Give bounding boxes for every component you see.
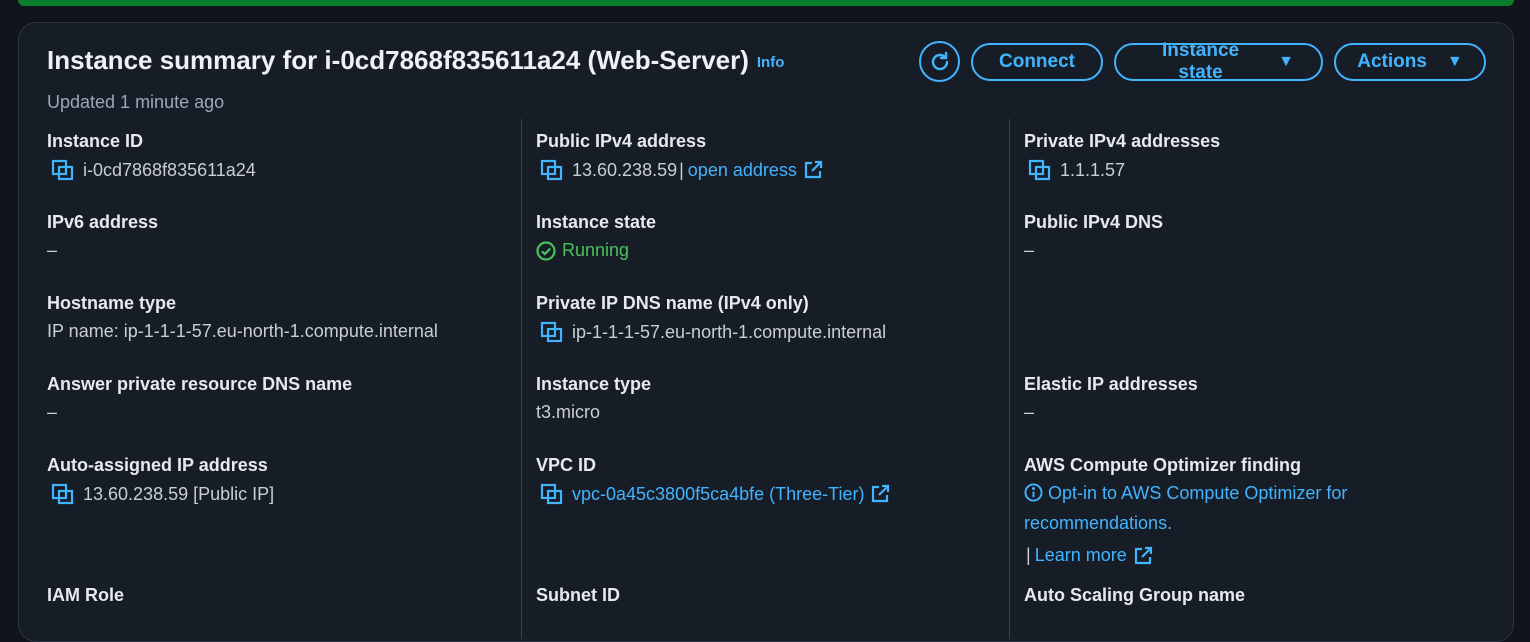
public-dns-field: Public IPv4 DNS –: [1024, 212, 1494, 261]
field-label: Auto-assigned IP address: [47, 455, 268, 475]
success-status-bar: [18, 0, 1514, 6]
instance-state-dropdown[interactable]: Instance state ▼: [1114, 39, 1323, 83]
optimizer-opt-in-link[interactable]: Opt-in to AWS Compute Optimizer for reco…: [1024, 483, 1347, 533]
instance-type-field: Instance type t3.micro: [536, 374, 1006, 423]
field-label: Instance type: [536, 374, 652, 394]
instance-id-value: i-0cd7868f835611a24: [83, 159, 256, 180]
page-title: Instance summary for i-0cd7868f835611a24…: [47, 45, 784, 76]
column-divider: [521, 119, 522, 639]
iam-role-field: IAM Role: [47, 585, 517, 606]
field-value: 1.1.1.57: [1024, 159, 1494, 181]
answer-dns-field: Answer private resource DNS name –: [47, 374, 517, 423]
field-value: i-0cd7868f835611a24: [47, 159, 517, 181]
copy-icon[interactable]: [1028, 159, 1052, 181]
ipv6-field: IPv6 address –: [47, 212, 517, 261]
instance-type-value: t3.micro: [536, 402, 601, 422]
auto-ip-value: 13.60.238.59 [Public IP]: [83, 483, 275, 504]
field-label: Instance ID: [47, 131, 144, 151]
instance-summary-panel: Instance summary for i-0cd7868f835611a24…: [18, 22, 1514, 642]
answer-dns-value: –: [47, 402, 58, 422]
column-divider: [1009, 119, 1010, 639]
field-label: Private IPv4 addresses: [1024, 131, 1221, 151]
connect-button[interactable]: Connect: [971, 42, 1103, 81]
header-actions: Connect Instance state ▼ Actions ▼: [919, 39, 1486, 83]
elastic-ip-value: –: [1024, 402, 1035, 422]
field-label: IPv6 address: [47, 212, 159, 232]
page-title-text: Instance summary for i-0cd7868f835611a24…: [47, 45, 749, 75]
private-ipv4-field: Private IPv4 addresses 1.1.1.57: [1024, 131, 1494, 181]
field-label: IAM Role: [47, 585, 125, 605]
field-label: Answer private resource DNS name: [47, 374, 353, 394]
field-label: AWS Compute Optimizer finding: [1024, 455, 1301, 475]
vpc-id-field: VPC ID vpc-0a45c3800f5ca4bfe (Three-Tier…: [536, 455, 1006, 505]
asg-field: Auto Scaling Group name: [1024, 585, 1494, 606]
copy-icon[interactable]: [51, 483, 75, 505]
learn-more-link[interactable]: Learn more: [1035, 545, 1127, 566]
connect-label: Connect: [999, 50, 1075, 72]
hostname-type-value: IP name: ip-1-1-1-57.eu-north-1.compute.…: [47, 321, 438, 341]
field-label: Public IPv4 DNS: [1024, 212, 1164, 232]
copy-icon[interactable]: [540, 321, 564, 343]
private-dns-value: ip-1-1-1-57.eu-north-1.compute.internal: [572, 321, 887, 342]
instance-state-label: Instance state: [1162, 39, 1240, 83]
field-label: VPC ID: [536, 455, 597, 475]
public-dns-value: –: [1024, 240, 1035, 260]
field-label: Instance state: [536, 212, 657, 232]
field-value: Running: [536, 240, 1006, 261]
refresh-button[interactable]: [919, 41, 960, 82]
external-link-icon: [1133, 546, 1153, 566]
field-value: 13.60.238.59 [Public IP]: [47, 483, 517, 505]
field-value: vpc-0a45c3800f5ca4bfe (Three-Tier): [536, 483, 1006, 505]
actions-label: Actions: [1357, 50, 1427, 72]
caret-down-icon: ▼: [1446, 52, 1463, 70]
external-link-icon: [870, 484, 890, 504]
optimizer-field: AWS Compute Optimizer finding Opt-in to …: [1024, 455, 1484, 566]
external-link-icon: [803, 160, 823, 180]
instance-state-value: Running: [562, 240, 630, 260]
field-label: Elastic IP addresses: [1024, 374, 1198, 394]
actions-dropdown[interactable]: Actions ▼: [1334, 42, 1486, 81]
field-label: Subnet ID: [536, 585, 620, 605]
private-dns-field: Private IP DNS name (IPv4 only) ip-1-1-1…: [536, 293, 1006, 343]
field-value: | Learn more: [1024, 545, 1484, 566]
copy-icon[interactable]: [51, 159, 75, 181]
field-label: Private IP DNS name (IPv4 only): [536, 293, 809, 313]
hostname-type-field: Hostname type IP name: ip-1-1-1-57.eu-no…: [47, 293, 517, 342]
subnet-id-field: Subnet ID: [536, 585, 1006, 606]
auto-ip-field: Auto-assigned IP address 13.60.238.59 [P…: [47, 455, 517, 505]
field-value: ip-1-1-1-57.eu-north-1.compute.internal: [536, 321, 1006, 343]
field-label: Auto Scaling Group name: [1024, 585, 1246, 605]
info-link[interactable]: Info: [757, 54, 785, 71]
open-address-link[interactable]: open address: [688, 160, 797, 181]
copy-icon[interactable]: [540, 159, 564, 181]
copy-icon[interactable]: [540, 483, 564, 505]
field-label: Hostname type: [47, 293, 177, 313]
instance-id-field: Instance ID i-0cd7868f835611a24: [47, 131, 517, 181]
public-ipv4-field: Public IPv4 address 13.60.238.59 | open …: [536, 131, 1006, 181]
instance-state-field: Instance state Running: [536, 212, 1006, 261]
separator: |: [1026, 545, 1031, 565]
check-circle-icon: [536, 240, 556, 261]
caret-down-icon: ▼: [1278, 52, 1294, 70]
separator: |: [679, 159, 684, 180]
field-value: Opt-in to AWS Compute Optimizer for reco…: [1024, 480, 1484, 537]
field-value: 13.60.238.59 | open address: [536, 159, 1006, 181]
ipv6-value: –: [47, 240, 58, 260]
info-circle-icon: [1024, 483, 1043, 510]
vpc-id-link[interactable]: vpc-0a45c3800f5ca4bfe (Three-Tier): [572, 484, 864, 505]
elastic-ip-field: Elastic IP addresses –: [1024, 374, 1494, 423]
private-ipv4-value: 1.1.1.57: [1060, 159, 1126, 180]
updated-timestamp: Updated 1 minute ago: [47, 92, 225, 112]
refresh-icon: [931, 51, 948, 70]
public-ipv4-value: 13.60.238.59: [572, 159, 678, 180]
field-label: Public IPv4 address: [536, 131, 707, 151]
